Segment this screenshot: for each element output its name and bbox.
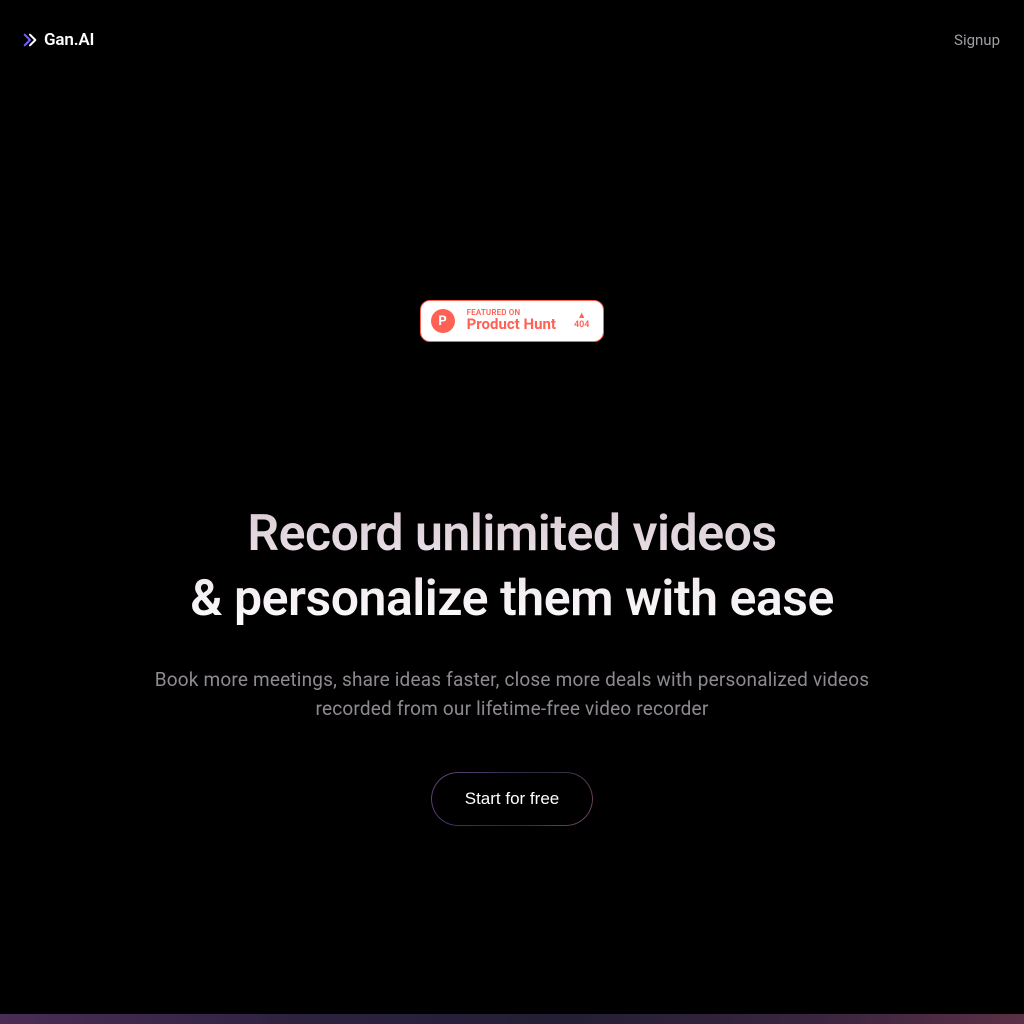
logo[interactable]: Gan.AI [22,30,94,50]
product-hunt-text: FEATURED ON Product Hunt [467,309,556,333]
product-hunt-count: 404 [574,321,589,330]
product-hunt-name: Product Hunt [467,317,556,333]
logo-text: Gan.AI [44,30,94,50]
product-hunt-icon: P [431,309,455,333]
site-header: Gan.AI Signup [0,0,1024,80]
cta-label: Start for free [465,789,559,809]
start-for-free-button[interactable]: Start for free [430,771,594,827]
footer-gradient [0,1014,1024,1024]
hero: P FEATURED ON Product Hunt ▲ 404 Record … [0,300,1024,827]
product-hunt-badge[interactable]: P FEATURED ON Product Hunt ▲ 404 [420,300,605,342]
hero-headline: Record unlimited videos & personalize th… [190,502,834,632]
product-hunt-upvote: ▲ 404 [574,312,589,330]
hero-subhead: Book more meetings, share ideas faster, … [152,666,872,723]
logo-icon [22,32,38,48]
signup-link[interactable]: Signup [954,31,1000,49]
